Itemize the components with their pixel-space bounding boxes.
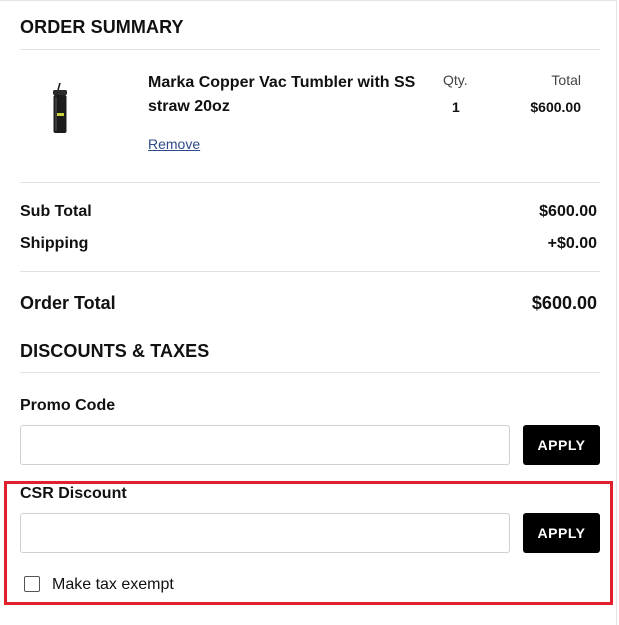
product-name: Marka Copper Vac Tumbler with SS straw 2… xyxy=(148,74,416,115)
sub-total-label: Sub Total xyxy=(20,203,92,220)
tumbler-product-image xyxy=(53,82,67,133)
shipping-value: +$0.00 xyxy=(547,235,597,252)
order-summary-title: ORDER SUMMARY xyxy=(20,17,184,37)
divider xyxy=(20,271,600,272)
total-column-header: Total xyxy=(551,72,581,88)
order-total-label: Order Total xyxy=(20,293,116,313)
divider xyxy=(20,182,600,183)
order-total-value: $600.00 xyxy=(531,293,597,313)
order-summary-panel: ORDER SUMMARY Marka Copper Vac Tumbler w… xyxy=(0,0,617,625)
item-total: $600.00 xyxy=(530,99,581,115)
qty-column-header: Qty. xyxy=(443,72,468,88)
sub-total-value: $600.00 xyxy=(539,203,597,220)
divider xyxy=(20,49,600,50)
shipping-label: Shipping xyxy=(20,235,89,252)
csr-apply-button[interactable]: APPLY xyxy=(523,513,600,553)
promo-code-input[interactable] xyxy=(20,425,510,465)
tax-exempt-label[interactable]: Make tax exempt xyxy=(52,576,174,594)
discounts-taxes-title: DISCOUNTS & TAXES xyxy=(20,341,210,361)
divider xyxy=(20,372,600,373)
promo-apply-button[interactable]: APPLY xyxy=(523,425,600,465)
csr-discount-label: CSR Discount xyxy=(20,485,127,502)
remove-item-link[interactable]: Remove xyxy=(148,136,200,152)
csr-discount-input[interactable] xyxy=(20,513,510,553)
item-qty: 1 xyxy=(452,99,460,115)
tax-exempt-checkbox[interactable] xyxy=(24,576,40,592)
promo-code-label: Promo Code xyxy=(20,397,116,414)
